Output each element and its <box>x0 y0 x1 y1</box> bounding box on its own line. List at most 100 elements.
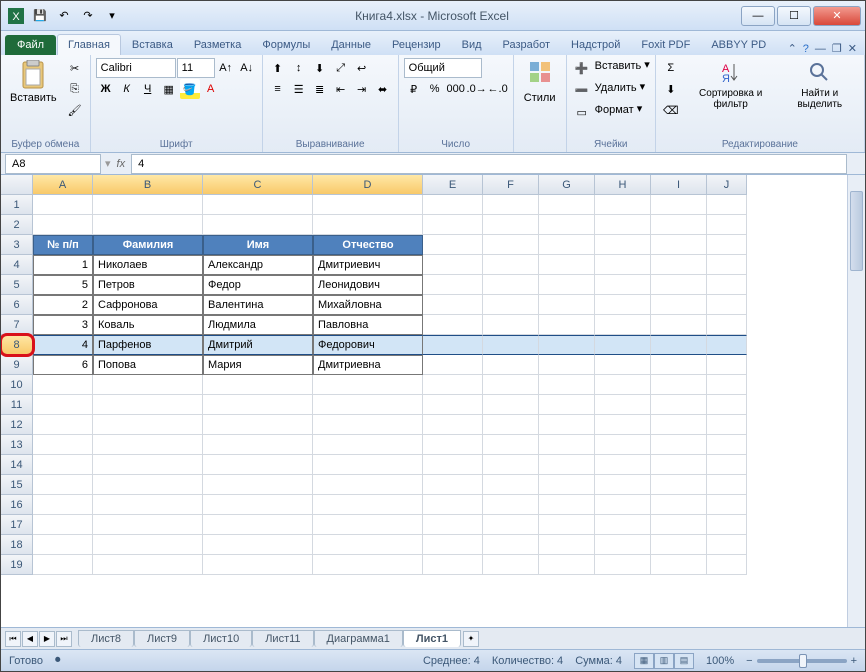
cell-J8[interactable] <box>707 335 747 355</box>
sheet-tab-Лист8[interactable]: Лист8 <box>78 630 134 647</box>
cell-J2[interactable] <box>707 215 747 235</box>
sheet-tab-Диаграмма1[interactable]: Диаграмма1 <box>314 630 403 647</box>
cell-E1[interactable] <box>423 195 483 215</box>
cell-F11[interactable] <box>483 395 539 415</box>
doc-minimize-icon[interactable]: — <box>815 43 826 55</box>
cell-F5[interactable] <box>483 275 539 295</box>
cell-D19[interactable] <box>313 555 423 575</box>
cell-B8[interactable]: Парфенов <box>93 335 203 355</box>
cell-F8[interactable] <box>483 335 539 355</box>
cell-B9[interactable]: Попова <box>93 355 203 375</box>
cell-B10[interactable] <box>93 375 203 395</box>
row-header-16[interactable]: 16 <box>1 495 33 515</box>
tab-home[interactable]: Главная <box>57 34 121 55</box>
cut-button[interactable]: ✂ <box>65 58 85 78</box>
view-layout-button[interactable]: ▥ <box>654 653 674 669</box>
cell-D6[interactable]: Михайловна <box>313 295 423 315</box>
cell-A10[interactable] <box>33 375 93 395</box>
copy-button[interactable]: ⎘ <box>65 79 85 99</box>
column-header-C[interactable]: C <box>203 175 313 195</box>
cell-I1[interactable] <box>651 195 707 215</box>
format-cells-icon[interactable]: ▭ <box>572 102 592 122</box>
cell-F9[interactable] <box>483 355 539 375</box>
new-sheet-button[interactable]: ✦ <box>463 631 479 647</box>
cell-C1[interactable] <box>203 195 313 215</box>
cell-C8[interactable]: Дмитрий <box>203 335 313 355</box>
cell-F7[interactable] <box>483 315 539 335</box>
cell-J13[interactable] <box>707 435 747 455</box>
fill-button[interactable]: ⬇ <box>661 79 681 99</box>
grow-font-button[interactable]: A↑ <box>216 58 236 78</box>
row-header-13[interactable]: 13 <box>1 435 33 455</box>
cell-J18[interactable] <box>707 535 747 555</box>
cell-B18[interactable] <box>93 535 203 555</box>
cell-A6[interactable]: 2 <box>33 295 93 315</box>
cell-F6[interactable] <box>483 295 539 315</box>
cell-J6[interactable] <box>707 295 747 315</box>
formula-bar[interactable]: 4 <box>131 154 847 174</box>
cell-I5[interactable] <box>651 275 707 295</box>
cell-E18[interactable] <box>423 535 483 555</box>
cell-G7[interactable] <box>539 315 595 335</box>
sheet-nav-prev[interactable]: ◀ <box>22 631 38 647</box>
cell-E9[interactable] <box>423 355 483 375</box>
cell-B2[interactable] <box>93 215 203 235</box>
cell-B4[interactable]: Николаев <box>93 255 203 275</box>
delete-cells-button[interactable]: Удалить <box>593 80 639 100</box>
cell-F13[interactable] <box>483 435 539 455</box>
cell-G13[interactable] <box>539 435 595 455</box>
cell-G8[interactable] <box>539 335 595 355</box>
fx-icon[interactable]: fx <box>111 158 132 170</box>
cell-C10[interactable] <box>203 375 313 395</box>
cell-C2[interactable] <box>203 215 313 235</box>
bold-button[interactable]: Ж <box>96 79 116 99</box>
cell-D8[interactable]: Федорович <box>313 335 423 355</box>
row-header-12[interactable]: 12 <box>1 415 33 435</box>
cell-E16[interactable] <box>423 495 483 515</box>
percent-button[interactable]: % <box>425 79 445 99</box>
cell-D14[interactable] <box>313 455 423 475</box>
zoom-in-button[interactable]: + <box>851 655 857 667</box>
cell-C6[interactable]: Валентина <box>203 295 313 315</box>
cell-H6[interactable] <box>595 295 651 315</box>
cell-B12[interactable] <box>93 415 203 435</box>
cell-A15[interactable] <box>33 475 93 495</box>
cell-H8[interactable] <box>595 335 651 355</box>
cell-D2[interactable] <box>313 215 423 235</box>
cell-G10[interactable] <box>539 375 595 395</box>
cell-D13[interactable] <box>313 435 423 455</box>
cell-J3[interactable] <box>707 235 747 255</box>
cell-H17[interactable] <box>595 515 651 535</box>
row-header-5[interactable]: 5 <box>1 275 33 295</box>
cell-E15[interactable] <box>423 475 483 495</box>
maximize-button[interactable]: ☐ <box>777 6 811 26</box>
cell-G5[interactable] <box>539 275 595 295</box>
cell-J1[interactable] <box>707 195 747 215</box>
currency-button[interactable]: ₽ <box>404 79 424 99</box>
cell-I10[interactable] <box>651 375 707 395</box>
cell-F2[interactable] <box>483 215 539 235</box>
tab-layout[interactable]: Разметка <box>184 35 252 55</box>
autosum-button[interactable]: Σ <box>661 58 681 78</box>
tab-addins[interactable]: Надстрой <box>561 35 630 55</box>
cell-G11[interactable] <box>539 395 595 415</box>
cell-I11[interactable] <box>651 395 707 415</box>
cell-H14[interactable] <box>595 455 651 475</box>
cell-J19[interactable] <box>707 555 747 575</box>
row-header-6[interactable]: 6 <box>1 295 33 315</box>
cell-E7[interactable] <box>423 315 483 335</box>
column-header-G[interactable]: G <box>539 175 595 195</box>
undo-button[interactable]: ↶ <box>53 5 75 27</box>
cell-F17[interactable] <box>483 515 539 535</box>
cell-D1[interactable] <box>313 195 423 215</box>
cell-C17[interactable] <box>203 515 313 535</box>
decrease-indent-button[interactable]: ⇤ <box>331 79 351 99</box>
cell-C14[interactable] <box>203 455 313 475</box>
cell-G14[interactable] <box>539 455 595 475</box>
cell-J9[interactable] <box>707 355 747 375</box>
cell-H9[interactable] <box>595 355 651 375</box>
close-button[interactable]: ✕ <box>813 6 861 26</box>
align-left-button[interactable]: ≡ <box>268 79 288 99</box>
row-header-14[interactable]: 14 <box>1 455 33 475</box>
row-header-11[interactable]: 11 <box>1 395 33 415</box>
